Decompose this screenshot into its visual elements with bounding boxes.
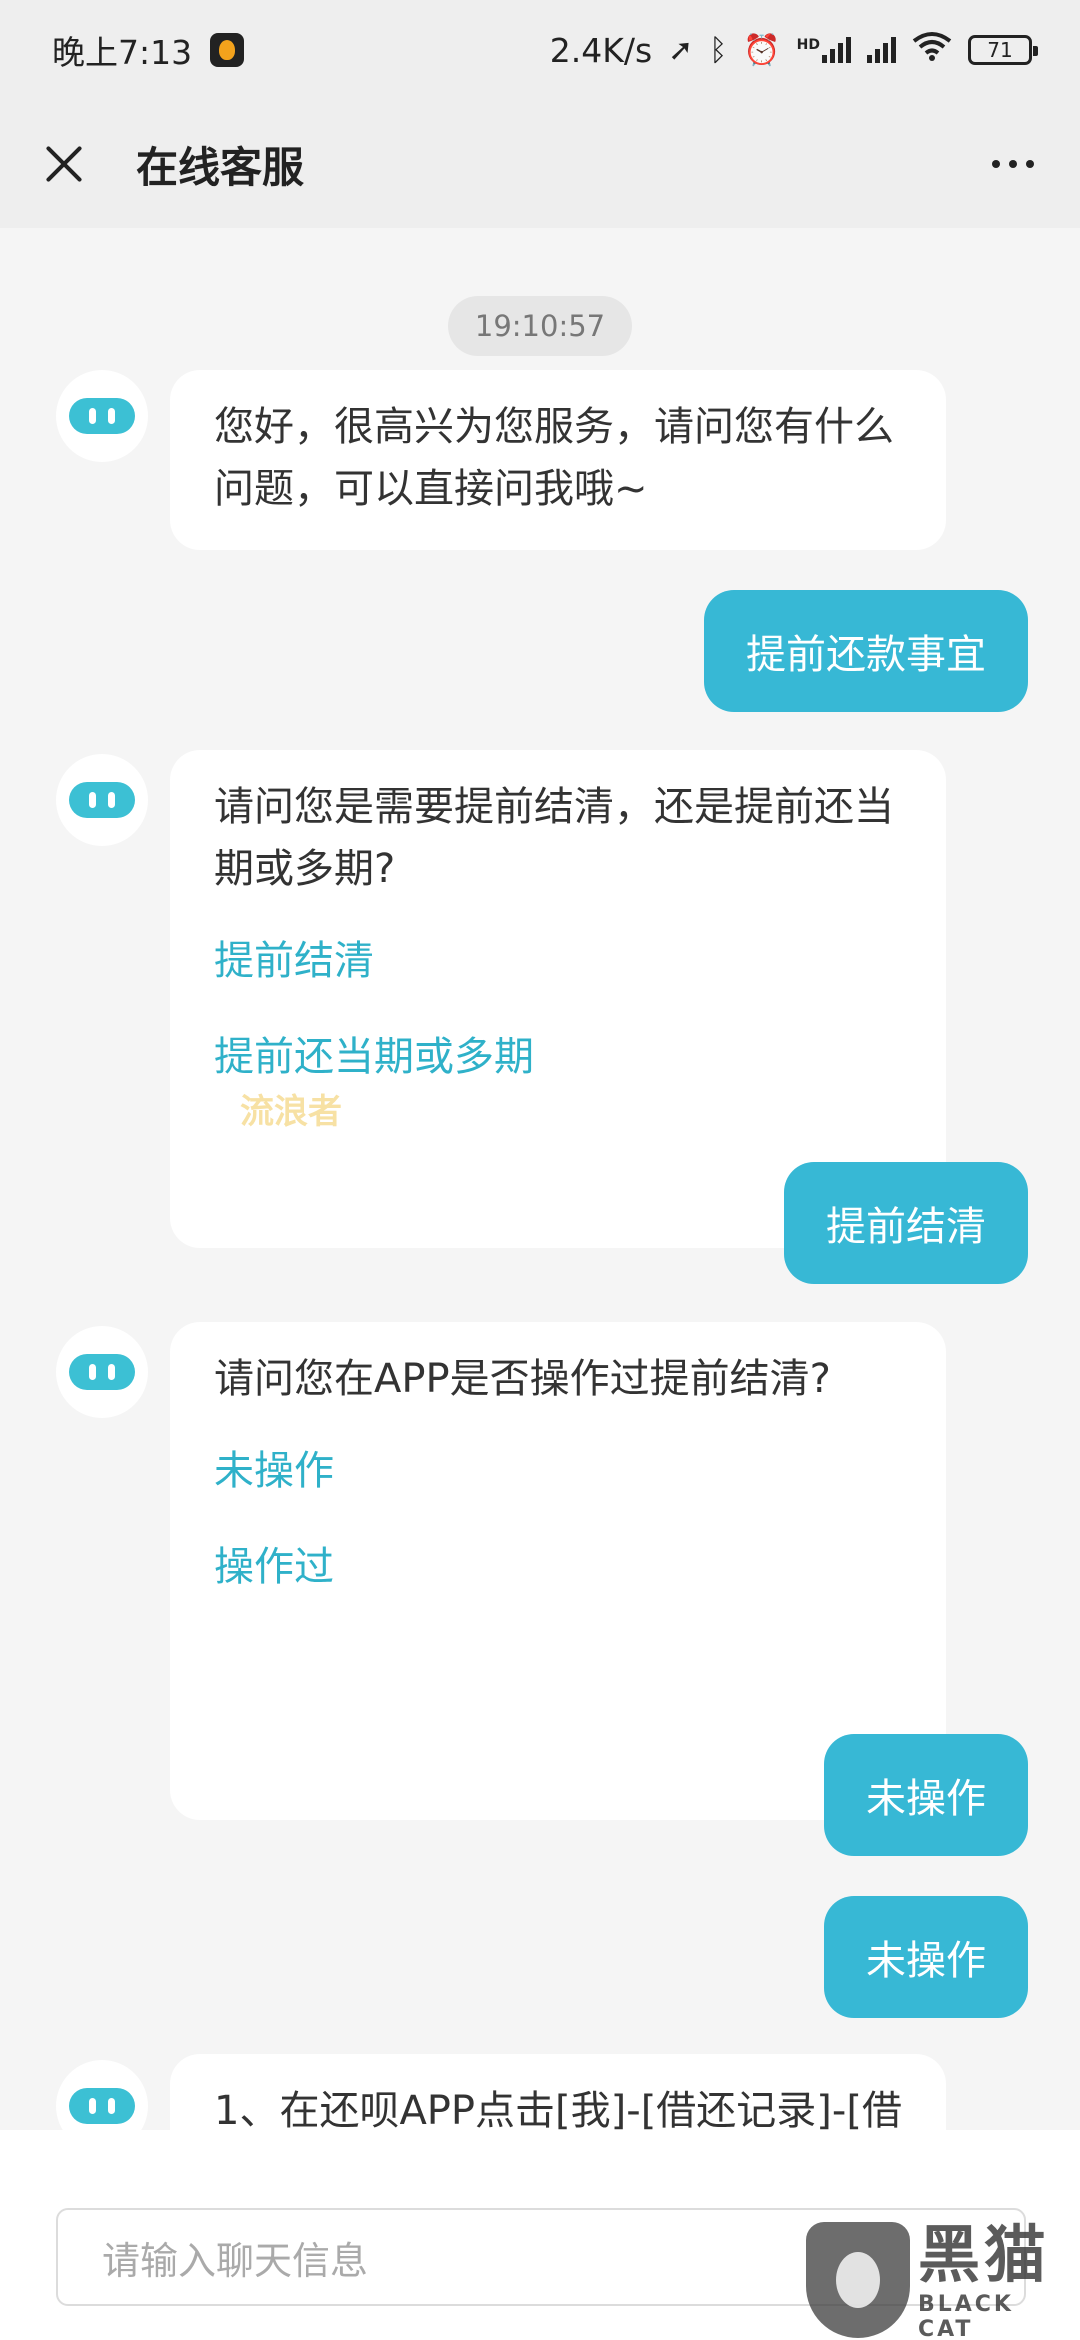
status-time: 晚上7:13 — [52, 33, 193, 72]
user-message: 未操作 — [824, 1734, 1028, 1856]
watermark-cn: 黑猫 — [917, 2218, 1050, 2291]
message-text: 请问您是需要提前结清，还是提前还当期或多期? — [214, 784, 894, 892]
more-options-icon[interactable] — [982, 150, 1044, 178]
chat-area[interactable]: 19:10:57 您好，很高兴为您服务，请问您有什么问题，可以直接问我哦~ 提前… — [0, 228, 1080, 2130]
bot-icon — [69, 1354, 135, 1390]
alarm-icon: ⏰ — [743, 32, 781, 68]
app-notification-icon — [210, 33, 245, 67]
message-text: 提前还款事宜 — [746, 632, 986, 678]
bluetooth-icon: ᛒ — [709, 32, 728, 68]
bot-message: 您好，很高兴为您服务，请问您有什么问题，可以直接问我哦~ — [170, 370, 946, 550]
message-text: 未操作 — [866, 1776, 986, 1822]
signal-icon — [867, 37, 896, 63]
message-timestamp: 19:10:57 — [448, 296, 632, 356]
brand-watermark: 黑猫 BLACK CAT — [806, 2218, 1080, 2340]
bot-icon — [69, 2088, 135, 2124]
bot-avatar — [56, 2060, 148, 2130]
message-text: 未操作 — [866, 1938, 986, 1984]
status-right: 2.4K/s ➚ ᛒ ⏰ HD 71 — [549, 30, 1038, 70]
bot-icon — [69, 398, 135, 434]
cat-shield-icon — [806, 2222, 910, 2338]
watermark-en: BLACK CAT — [917, 2292, 1014, 2340]
quick-reply-option[interactable]: 操作过 — [214, 1536, 902, 1598]
message-text: 请问您在APP是否操作过提前结清? — [214, 1356, 831, 1402]
network-speed: 2.4K/s — [549, 30, 653, 70]
wifi-icon — [912, 31, 952, 69]
battery-icon: 71 — [968, 35, 1038, 65]
user-message: 未操作 — [824, 1896, 1028, 2018]
bot-avatar — [56, 754, 148, 846]
hd-label: HD — [796, 37, 820, 53]
bot-avatar — [56, 1326, 148, 1418]
quick-reply-option[interactable]: 提前还当期或多期 — [214, 1026, 902, 1088]
bot-icon — [69, 782, 135, 818]
quick-reply-option[interactable]: 未操作 — [214, 1440, 902, 1502]
message-text: 提前结清 — [826, 1204, 986, 1250]
signal-hd-icon: HD — [797, 37, 851, 63]
location-icon: ➚ — [668, 32, 694, 68]
message-text: 1、在还呗APP点击[我]-[借还记录]-[借款记录]选择需要结清的借款 — [214, 2088, 902, 2130]
app-header: 在线客服 — [0, 100, 1080, 228]
close-icon[interactable] — [36, 136, 92, 192]
status-bar: 晚上7:13 2.4K/s ➚ ᛒ ⏰ HD 71 — [0, 0, 1080, 100]
status-left: 晚上7:13 — [52, 26, 245, 74]
page-title: 在线客服 — [136, 142, 305, 192]
user-message: 提前还款事宜 — [704, 590, 1028, 712]
quick-reply-option[interactable]: 提前结清 — [214, 930, 902, 992]
message-text: 您好，很高兴为您服务，请问您有什么问题，可以直接问我哦~ — [214, 404, 894, 512]
bot-avatar — [56, 370, 148, 462]
bot-message: 1、在还呗APP点击[我]-[借还记录]-[借款记录]选择需要结清的借款 — [170, 2054, 946, 2130]
user-message: 提前结清 — [784, 1162, 1028, 1284]
user-watermark: 流浪者 — [240, 1092, 342, 1132]
